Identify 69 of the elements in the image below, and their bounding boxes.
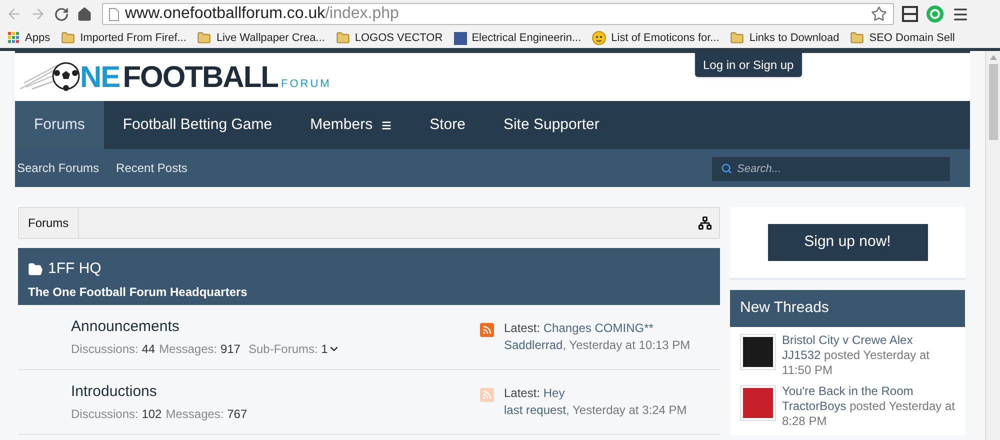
subforums-dropdown[interactable]: Sub-Forums: 1 bbox=[248, 340, 340, 358]
nav-tab[interactable]: Football Betting Game bbox=[104, 101, 292, 149]
category-description: The One Football Forum Headquarters bbox=[28, 284, 248, 300]
apps-grid-icon bbox=[8, 32, 20, 44]
forum-stat: Discussions: 102 bbox=[71, 406, 162, 423]
bookmark-item[interactable]: Electrical Engineerin... bbox=[454, 30, 582, 46]
sitemap-icon[interactable] bbox=[698, 216, 712, 230]
thread-title-link[interactable]: You're Back in the Room bbox=[782, 384, 955, 399]
back-icon[interactable] bbox=[6, 6, 22, 22]
latest-post: Latest: Changes COMING** bbox=[504, 320, 654, 337]
login-button[interactable]: Log in or Sign up bbox=[695, 53, 802, 77]
search-icon bbox=[721, 163, 732, 174]
bookmark-item[interactable]: LOGOS VECTOR bbox=[336, 30, 443, 46]
signup-button[interactable]: Sign up now! bbox=[768, 224, 928, 261]
thread-title-link[interactable]: Bristol City v Crewe Alex bbox=[782, 333, 955, 348]
scrollbar[interactable] bbox=[985, 51, 1000, 440]
home-icon[interactable] bbox=[77, 6, 92, 22]
folder-icon bbox=[197, 31, 212, 45]
extension-icon[interactable] bbox=[926, 5, 944, 23]
thread-link[interactable]: Changes COMING** bbox=[543, 321, 654, 335]
smiley-icon bbox=[592, 31, 606, 45]
scrollbar-thumb[interactable] bbox=[988, 64, 998, 140]
folder-icon bbox=[336, 31, 350, 45]
bookmark-item[interactable]: Links to Download bbox=[730, 30, 840, 46]
latest-post-info: last request, Yesterday at 3:24 PM bbox=[504, 402, 687, 419]
page-icon bbox=[109, 8, 119, 20]
menu-icon[interactable] bbox=[952, 6, 969, 22]
sub-nav-link[interactable]: Search Forums bbox=[17, 159, 100, 177]
search-field[interactable]: Search... bbox=[712, 157, 950, 181]
thread-info: JJ1532 posted Yesterday at 11:50 PM bbox=[782, 348, 930, 378]
new-threads-header: New Threads bbox=[730, 290, 965, 327]
user-link[interactable]: TractorBoys bbox=[782, 399, 846, 413]
bookmark-item[interactable]: List of Emoticons for... bbox=[592, 30, 720, 46]
forum-title[interactable]: Announcements bbox=[71, 316, 180, 339]
rss-icon[interactable] bbox=[480, 323, 494, 337]
sub-nav-link[interactable]: Recent Posts bbox=[116, 159, 188, 177]
nav-tab[interactable]: Site Supporter bbox=[484, 101, 618, 149]
breadcrumb-link[interactable]: Forums bbox=[19, 208, 79, 238]
url-text: www.onefootballforum.co.uk/index.php bbox=[125, 5, 399, 22]
forum-stat: Messages: 767 bbox=[166, 406, 248, 423]
folder-icon bbox=[730, 31, 744, 45]
thread-link[interactable]: Hey bbox=[543, 386, 565, 400]
folder-icon bbox=[850, 31, 864, 45]
nav-tab[interactable]: Forums bbox=[15, 101, 104, 149]
address-bar[interactable]: www.onefootballforum.co.uk/index.php bbox=[102, 3, 894, 25]
user-link[interactable]: Saddlerrad bbox=[504, 338, 563, 352]
reload-icon[interactable] bbox=[54, 6, 69, 22]
latest-post: Latest: Hey bbox=[504, 385, 566, 402]
forum-stat: Discussions: 44 bbox=[71, 340, 156, 358]
site-logo[interactable]: NEFOOTBALL FORUM bbox=[20, 57, 332, 97]
bookmark-star-icon[interactable] bbox=[871, 6, 887, 22]
bookmark-item[interactable]: Apps bbox=[8, 30, 50, 46]
folder-icon bbox=[28, 262, 43, 277]
forward-icon[interactable] bbox=[30, 6, 46, 22]
forum-stat: Messages: 917 bbox=[159, 340, 240, 358]
bookmark-item[interactable]: Live Wallpaper Crea... bbox=[197, 30, 325, 46]
bookmark-item[interactable]: Imported From Firef... bbox=[61, 30, 186, 46]
folder-icon bbox=[61, 31, 76, 45]
user-link[interactable]: JJ1532 bbox=[782, 348, 821, 362]
layout-icon[interactable] bbox=[902, 6, 918, 22]
bookmark-item[interactable]: SEO Domain Sell bbox=[850, 30, 955, 46]
category-title[interactable]: 1FF HQ bbox=[48, 258, 102, 280]
forum-title[interactable]: Introductions bbox=[71, 381, 157, 404]
nav-tab[interactable]: Members bbox=[291, 101, 411, 149]
user-link[interactable]: last request bbox=[504, 403, 566, 417]
nav-tab[interactable]: Store bbox=[410, 101, 484, 149]
latest-post-info: Saddlerrad, Yesterday at 10:13 PM bbox=[504, 337, 690, 354]
scroll-up-icon[interactable] bbox=[990, 55, 996, 60]
thread-info: TractorBoys posted Yesterday at 8:28 PM bbox=[782, 399, 955, 429]
